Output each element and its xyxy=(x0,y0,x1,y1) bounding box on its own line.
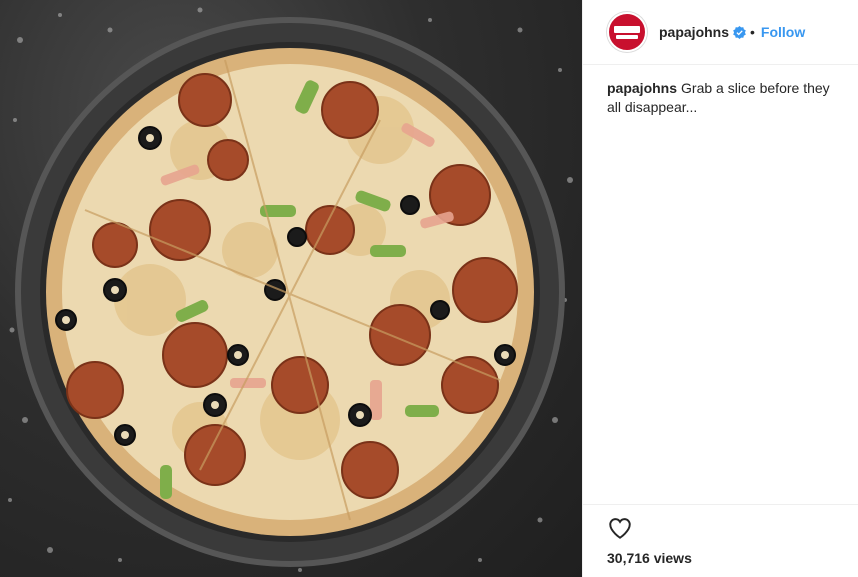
verified-badge-icon xyxy=(733,25,746,39)
pizza-photo xyxy=(8,7,573,572)
papajohns-logo-tagline xyxy=(616,34,638,39)
views-count[interactable]: 30,716 views xyxy=(607,550,835,566)
username-link[interactable]: papajohns xyxy=(659,24,729,40)
heart-icon[interactable] xyxy=(607,515,633,541)
views-number: 30,716 xyxy=(607,550,650,566)
separator-dot: • xyxy=(750,24,755,40)
post-side-panel: papajohns • Follow papajohns Grab a slice… xyxy=(582,0,858,577)
avatar[interactable] xyxy=(607,12,647,52)
papajohns-logo xyxy=(614,25,640,33)
follow-button[interactable]: Follow xyxy=(761,24,805,40)
post-caption: papajohns Grab a slice before they all di… xyxy=(583,65,858,117)
views-label: views xyxy=(653,550,692,566)
post-header: papajohns • Follow xyxy=(583,0,858,65)
caption-username-link[interactable]: papajohns xyxy=(607,80,677,96)
post-media[interactable] xyxy=(0,0,582,577)
post-actions: 30,716 views xyxy=(583,504,858,577)
